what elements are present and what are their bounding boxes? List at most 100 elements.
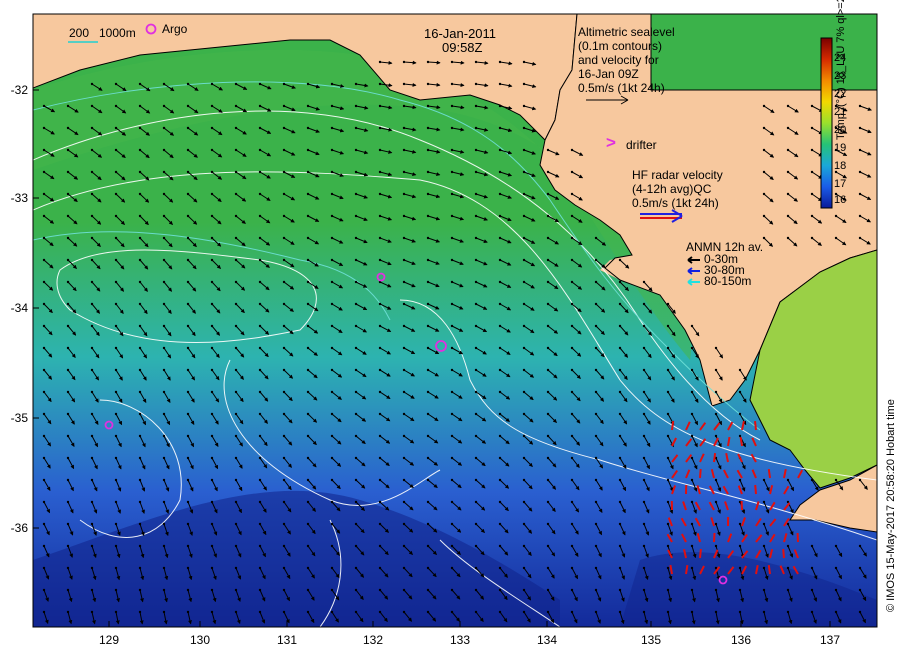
velocity-origin-dot <box>595 457 597 459</box>
velocity-origin-dot <box>331 83 333 85</box>
velocity-origin-dot <box>667 589 669 591</box>
velocity-origin-dot <box>859 479 861 481</box>
velocity-origin-dot <box>691 413 693 415</box>
velocity-origin-dot <box>547 215 549 217</box>
velocity-origin-dot <box>787 193 789 195</box>
lon-tick-label: 134 <box>527 633 567 647</box>
velocity-origin-dot <box>307 545 309 547</box>
velocity-origin-dot <box>115 435 117 437</box>
velocity-origin-dot <box>523 149 525 151</box>
velocity-origin-dot <box>763 215 765 217</box>
velocity-origin-dot <box>379 479 381 481</box>
velocity-origin-dot <box>355 435 357 437</box>
velocity-origin-dot <box>547 413 549 415</box>
velocity-origin-dot <box>643 589 645 591</box>
velocity-origin-dot <box>331 611 333 613</box>
velocity-origin-dot <box>451 479 453 481</box>
velocity-origin-dot <box>499 479 501 481</box>
velocity-origin-dot <box>163 457 165 459</box>
velocity-origin-dot <box>691 501 693 503</box>
velocity-origin-dot <box>499 545 501 547</box>
velocity-origin-dot <box>211 501 213 503</box>
velocity-origin-dot <box>307 303 309 305</box>
velocity-origin-dot <box>835 237 837 239</box>
velocity-origin-dot <box>451 523 453 525</box>
velocity-origin-dot <box>811 611 813 613</box>
velocity-origin-dot <box>667 567 669 569</box>
velocity-origin-dot <box>403 215 405 217</box>
velocity-origin-dot <box>547 259 549 261</box>
velocity-origin-dot <box>667 347 669 349</box>
velocity-origin-dot <box>451 567 453 569</box>
velocity-origin-dot <box>235 171 237 173</box>
velocity-origin-dot <box>571 237 573 239</box>
velocity-origin-dot <box>475 325 477 327</box>
altimetric-line-3: and velocity for <box>578 54 659 67</box>
velocity-origin-dot <box>427 391 429 393</box>
velocity-origin-dot <box>667 457 669 459</box>
velocity-origin-dot <box>283 435 285 437</box>
velocity-origin-dot <box>523 105 525 107</box>
velocity-origin-dot <box>259 413 261 415</box>
velocity-origin-dot <box>523 325 525 327</box>
velocity-origin-dot <box>499 567 501 569</box>
velocity-origin-dot <box>547 237 549 239</box>
velocity-origin-dot <box>43 237 45 239</box>
velocity-origin-dot <box>379 237 381 239</box>
velocity-origin-dot <box>91 479 93 481</box>
velocity-origin-dot <box>427 237 429 239</box>
velocity-origin-dot <box>283 567 285 569</box>
velocity-origin-dot <box>499 391 501 393</box>
velocity-origin-dot <box>451 501 453 503</box>
velocity-origin-dot <box>235 105 237 107</box>
velocity-origin-dot <box>235 479 237 481</box>
velocity-origin-dot <box>235 193 237 195</box>
velocity-origin-dot <box>403 589 405 591</box>
velocity-origin-dot <box>283 171 285 173</box>
velocity-origin-dot <box>475 83 477 85</box>
velocity-origin-dot <box>595 589 597 591</box>
velocity-origin-dot <box>43 259 45 261</box>
velocity-origin-dot <box>403 413 405 415</box>
velocity-origin-dot <box>475 545 477 547</box>
velocity-origin-dot <box>739 589 741 591</box>
velocity-origin-dot <box>139 413 141 415</box>
velocity-origin-dot <box>619 545 621 547</box>
velocity-origin-dot <box>403 435 405 437</box>
velocity-origin-dot <box>235 501 237 503</box>
velocity-origin-dot <box>427 457 429 459</box>
velocity-origin-dot <box>211 259 213 261</box>
velocity-origin-dot <box>187 413 189 415</box>
velocity-origin-dot <box>619 435 621 437</box>
velocity-origin-dot <box>331 545 333 547</box>
velocity-origin-dot <box>211 567 213 569</box>
velocity-origin-dot <box>643 501 645 503</box>
velocity-origin-dot <box>235 545 237 547</box>
velocity-origin-dot <box>139 567 141 569</box>
velocity-origin-dot <box>43 589 45 591</box>
velocity-origin-dot <box>235 149 237 151</box>
velocity-origin-dot <box>307 281 309 283</box>
velocity-origin-dot <box>259 545 261 547</box>
velocity-origin-dot <box>355 523 357 525</box>
velocity-origin-dot <box>475 501 477 503</box>
velocity-origin-dot <box>787 237 789 239</box>
velocity-origin-dot <box>619 457 621 459</box>
velocity-origin-dot <box>811 149 813 151</box>
velocity-origin-dot <box>715 347 717 349</box>
velocity-origin-dot <box>619 347 621 349</box>
velocity-origin-dot <box>595 369 597 371</box>
velocity-origin-dot <box>235 281 237 283</box>
velocity-origin-dot <box>211 413 213 415</box>
velocity-origin-dot <box>43 281 45 283</box>
velocity-origin-dot <box>187 589 189 591</box>
velocity-origin-dot <box>259 171 261 173</box>
velocity-origin-dot <box>259 589 261 591</box>
velocity-origin-dot <box>403 545 405 547</box>
velocity-origin-dot <box>187 457 189 459</box>
velocity-origin-dot <box>547 303 549 305</box>
velocity-origin-dot <box>379 545 381 547</box>
velocity-origin-dot <box>283 281 285 283</box>
velocity-origin-dot <box>403 611 405 613</box>
velocity-origin-dot <box>163 435 165 437</box>
